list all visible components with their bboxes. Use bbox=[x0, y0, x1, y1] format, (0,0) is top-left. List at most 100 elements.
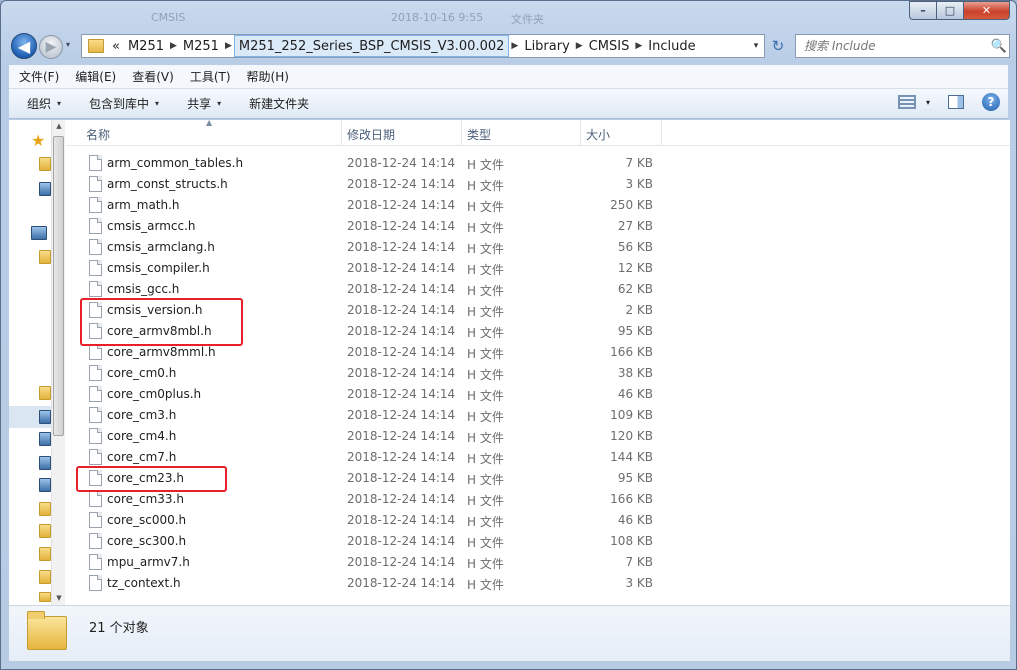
forward-button[interactable]: ▶ bbox=[39, 35, 63, 59]
file-row[interactable]: core_armv8mml.h 2018-12-24 14:14 H 文件 166 K… bbox=[66, 342, 1010, 363]
file-row[interactable]: arm_math.h 2018-12-24 14:14 H 文件 250 KB bbox=[66, 195, 1010, 216]
file-name[interactable]: cmsis_gcc.h bbox=[107, 282, 179, 296]
breadcrumb-separator[interactable]: ▶ bbox=[168, 41, 179, 51]
menu-file[interactable]: 文件(F) bbox=[19, 68, 59, 85]
file-row[interactable]: core_cm0plus.h 2018-12-24 14:14 H 文件 46 KB bbox=[66, 384, 1010, 405]
file-row[interactable]: core_cm7.h 2018-12-24 14:14 H 文件 144 KB bbox=[66, 447, 1010, 468]
breadcrumb-separator[interactable]: ▶ bbox=[633, 41, 644, 51]
file-row[interactable]: core_armv8mbl.h 2018-12-24 14:14 H 文件 95 KB bbox=[66, 321, 1010, 342]
nav-folder-icon[interactable] bbox=[39, 524, 51, 538]
breadcrumb-separator[interactable]: ▶ bbox=[509, 41, 520, 51]
search-input[interactable] bbox=[796, 36, 989, 56]
file-name[interactable]: cmsis_version.h bbox=[107, 303, 203, 317]
file-name[interactable]: core_armv8mbl.h bbox=[107, 324, 212, 338]
file-row[interactable]: core_cm3.h 2018-12-24 14:14 H 文件 109 KB bbox=[66, 405, 1010, 426]
file-name[interactable]: cmsis_armcc.h bbox=[107, 219, 196, 233]
file-row[interactable]: core_sc000.h 2018-12-24 14:14 H 文件 46 KB bbox=[66, 510, 1010, 531]
scroll-up-icon[interactable]: ▲ bbox=[54, 122, 64, 130]
organize-button[interactable]: 组织 ▾ bbox=[27, 95, 61, 112]
breadcrumb-bsp[interactable]: M251_252_Series_BSP_CMSIS_V3.00.002 bbox=[233, 35, 510, 57]
breadcrumb-separator[interactable]: ▶ bbox=[223, 41, 234, 51]
file-name[interactable]: core_armv8mml.h bbox=[107, 345, 216, 359]
breadcrumb-m251[interactable]: M251 bbox=[179, 39, 223, 54]
close-button[interactable]: ✕ bbox=[963, 1, 1010, 20]
nav-folder-icon[interactable] bbox=[39, 547, 51, 561]
column-date[interactable]: 修改日期 bbox=[347, 126, 395, 143]
breadcrumb-include[interactable]: Include bbox=[644, 39, 699, 54]
file-name[interactable]: core_cm4.h bbox=[107, 429, 176, 443]
file-name[interactable]: mpu_armv7.h bbox=[107, 555, 190, 569]
refresh-icon[interactable]: ↻ bbox=[767, 34, 789, 58]
file-row[interactable]: arm_common_tables.h 2018-12-24 14:14 H 文件 7… bbox=[66, 153, 1010, 174]
menu-view[interactable]: 查看(V) bbox=[132, 68, 174, 85]
file-row[interactable]: core_sc300.h 2018-12-24 14:14 H 文件 108 KB bbox=[66, 531, 1010, 552]
column-divider[interactable] bbox=[580, 120, 581, 146]
breadcrumb-m251-root[interactable]: M251 bbox=[124, 39, 168, 54]
view-details-icon[interactable] bbox=[897, 95, 916, 109]
column-type[interactable]: 类型 bbox=[467, 126, 491, 143]
recent-pages-dropdown[interactable]: ▾ bbox=[66, 40, 78, 52]
include-in-library-button[interactable]: 包含到库中 ▾ bbox=[89, 95, 159, 112]
column-name[interactable]: 名称 bbox=[86, 126, 110, 143]
column-size[interactable]: 大小 bbox=[586, 126, 610, 143]
search-box[interactable]: 🔍 bbox=[795, 34, 1010, 58]
minimize-button[interactable]: – bbox=[909, 1, 936, 20]
file-row[interactable]: arm_const_structs.h 2018-12-24 14:14 H 文件 3… bbox=[66, 174, 1010, 195]
address-dropdown[interactable]: ▾ bbox=[748, 41, 764, 51]
file-row[interactable]: cmsis_gcc.h 2018-12-24 14:14 H 文件 62 KB bbox=[66, 279, 1010, 300]
file-name[interactable]: core_cm33.h bbox=[107, 492, 184, 506]
menu-tools[interactable]: 工具(T) bbox=[190, 68, 231, 85]
address-overflow-chevron[interactable]: « bbox=[108, 39, 124, 54]
new-folder-button[interactable]: 新建文件夹 bbox=[249, 95, 309, 112]
nav-folder-icon[interactable] bbox=[39, 502, 51, 516]
breadcrumb-separator[interactable]: ▶ bbox=[574, 41, 585, 51]
file-name[interactable]: core_sc000.h bbox=[107, 513, 186, 527]
menu-help[interactable]: 帮助(H) bbox=[247, 68, 289, 85]
help-icon[interactable]: ? bbox=[982, 93, 1000, 111]
file-name[interactable]: cmsis_compiler.h bbox=[107, 261, 210, 275]
back-button[interactable]: ◀ bbox=[11, 33, 37, 59]
scroll-down-icon[interactable]: ▼ bbox=[54, 594, 64, 602]
nav-desktop-icon[interactable] bbox=[39, 182, 51, 196]
column-divider[interactable] bbox=[661, 120, 662, 146]
file-name[interactable]: arm_common_tables.h bbox=[107, 156, 243, 170]
file-row[interactable]: core_cm4.h 2018-12-24 14:14 H 文件 120 KB bbox=[66, 426, 1010, 447]
address-bar[interactable]: « M251 ▶ M251 ▶ M251_252_Series_BSP_CMSI… bbox=[81, 34, 765, 58]
file-row[interactable]: cmsis_armcc.h 2018-12-24 14:14 H 文件 27 KB bbox=[66, 216, 1010, 237]
file-name[interactable]: core_cm0.h bbox=[107, 366, 176, 380]
nav-scrollbar[interactable]: ▲ ▼ bbox=[51, 120, 65, 605]
view-options-dropdown[interactable]: ▾ bbox=[926, 98, 930, 107]
nav-folder-icon[interactable] bbox=[39, 250, 51, 264]
file-row[interactable]: cmsis_compiler.h 2018-12-24 14:14 H 文件 12 K… bbox=[66, 258, 1010, 279]
nav-folder-icon[interactable] bbox=[39, 592, 51, 602]
column-divider[interactable] bbox=[461, 120, 462, 146]
file-name[interactable]: core_cm23.h bbox=[107, 471, 184, 485]
file-name[interactable]: core_cm3.h bbox=[107, 408, 176, 422]
file-row[interactable]: mpu_armv7.h 2018-12-24 14:14 H 文件 7 KB bbox=[66, 552, 1010, 573]
nav-folder-icon[interactable] bbox=[39, 157, 51, 171]
file-name[interactable]: cmsis_armclang.h bbox=[107, 240, 215, 254]
file-row[interactable]: core_cm33.h 2018-12-24 14:14 H 文件 166 KB bbox=[66, 489, 1010, 510]
nav-recycle-bin-icon[interactable] bbox=[39, 478, 51, 492]
file-name[interactable]: core_sc300.h bbox=[107, 534, 186, 548]
nav-folder-icon[interactable] bbox=[39, 570, 51, 584]
file-row[interactable]: cmsis_version.h 2018-12-24 14:14 H 文件 2 KB bbox=[66, 300, 1010, 321]
maximize-button[interactable]: □ bbox=[936, 1, 963, 20]
file-name[interactable]: core_cm7.h bbox=[107, 450, 176, 464]
nav-drive-icon[interactable] bbox=[39, 410, 51, 424]
column-divider[interactable] bbox=[341, 120, 342, 146]
preview-pane-icon[interactable] bbox=[948, 95, 964, 109]
nav-computer-icon[interactable] bbox=[31, 226, 47, 240]
nav-folder-icon[interactable] bbox=[39, 386, 51, 400]
file-row[interactable]: core_cm0.h 2018-12-24 14:14 H 文件 38 KB bbox=[66, 363, 1010, 384]
favorites-star-icon[interactable]: ★ bbox=[31, 131, 45, 150]
file-name[interactable]: tz_context.h bbox=[107, 576, 181, 590]
share-button[interactable]: 共享 ▾ bbox=[187, 95, 221, 112]
menu-edit[interactable]: 编辑(E) bbox=[75, 68, 116, 85]
scrollbar-thumb[interactable] bbox=[53, 136, 64, 436]
nav-network-icon[interactable] bbox=[39, 432, 51, 446]
file-name[interactable]: core_cm0plus.h bbox=[107, 387, 201, 401]
file-row[interactable]: tz_context.h 2018-12-24 14:14 H 文件 3 KB bbox=[66, 573, 1010, 594]
file-name[interactable]: arm_math.h bbox=[107, 198, 180, 212]
nav-control-panel-icon[interactable] bbox=[39, 456, 51, 470]
